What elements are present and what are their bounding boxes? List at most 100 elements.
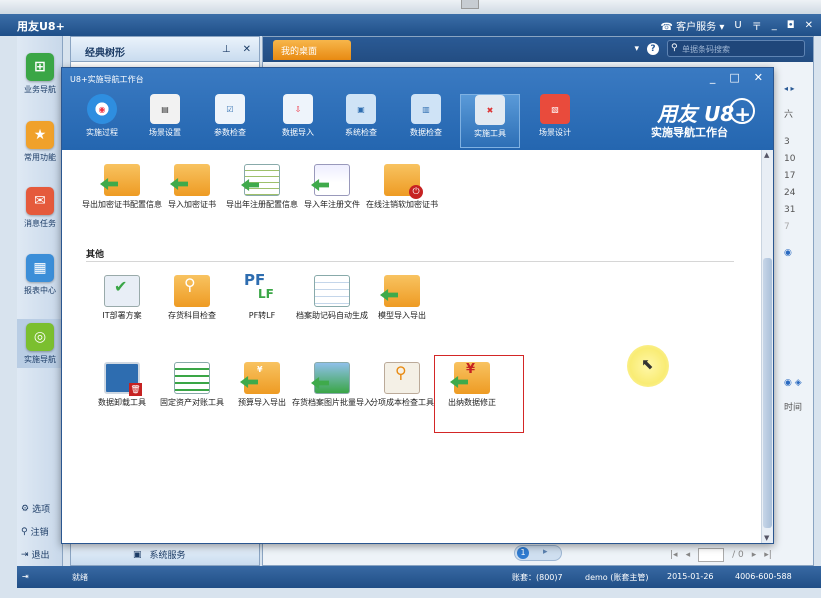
compass-icon: ◉ [87, 94, 117, 124]
exit-icon: ⇥ [21, 549, 29, 560]
tool-implementation-process[interactable]: ◉ 实施过程 [72, 94, 132, 148]
dropdown-icon[interactable]: ▾ [634, 44, 639, 54]
calendar-day[interactable]: 7 [784, 222, 790, 232]
tool-system-check[interactable]: ▣ 系统检查 [331, 94, 391, 148]
tool-scenario-settings[interactable]: ▤ 场景设置 [135, 94, 195, 148]
nav-implementation[interactable]: ◎ 实施导航 [17, 319, 63, 368]
tool-pf-to-lf[interactable]: PF LF PF转LF [222, 271, 302, 321]
nav-report-center[interactable]: ▦ 报表中心 [17, 254, 63, 296]
monitor-delete-icon: 🗑 [104, 362, 142, 396]
tab-my-desktop[interactable]: 我的桌面 [273, 40, 351, 60]
status-ready: 就绪 [72, 573, 88, 582]
dialog-close-button[interactable]: ✕ [754, 71, 763, 84]
dialog-minimize-button[interactable]: _ [710, 71, 716, 84]
calendar-day[interactable]: 17 [784, 171, 795, 181]
section-other-title: 其他 [86, 250, 105, 260]
pin-icon[interactable]: ⊥ [222, 44, 231, 55]
dialog-toolbar: U8+实施导航工作台 _ □ ✕ ◉ 实施过程 ▤ 场景设置 ☑ 参数检查 ⇩ 数据导入… [62, 68, 773, 150]
tool-model-import-export[interactable]: 模型导入导出 [362, 275, 442, 321]
selection-highlight [434, 355, 524, 433]
status-user: demo (账套主管) [585, 573, 649, 582]
scroll-down-icon[interactable]: ▼ [764, 534, 769, 542]
close-button[interactable]: ✕ [805, 20, 813, 31]
tree-panel-header: 经典树形 ⊥ ✕ [71, 37, 259, 62]
calendar-strip: ◂ ▸ 六 3 10 17 24 31 7 ◉ ◉ ◈ 时间 [776, 62, 814, 522]
dialog-scrollbar[interactable]: ▲ ▼ [761, 150, 773, 543]
tree-close-icon[interactable]: ✕ [243, 44, 251, 55]
tool-data-check[interactable]: ▥ 数据检查 [396, 94, 456, 148]
service-icon: ▣ [133, 549, 142, 560]
options-button[interactable]: ⚙ 选项 [21, 502, 50, 516]
tool-online-cancel-soft-cert[interactable]: ⏻ 在线注销软加密证书 [362, 164, 442, 210]
tool-it-deployment[interactable]: ✔ IT部署方案 [82, 275, 162, 321]
help-icon[interactable]: ? [647, 42, 659, 55]
cost-magnifier-icon: ⚲ [384, 362, 420, 394]
monitor-icon: ▣ [346, 94, 376, 124]
nav-common-functions[interactable]: ★ 常用功能 [17, 121, 63, 163]
restore-button[interactable]: ◘ [787, 20, 795, 31]
panel-icons[interactable]: ◉ ◈ [784, 378, 802, 388]
tool-data-unload[interactable]: 🗑 数据卸载工具 [82, 362, 162, 408]
page-dot-next[interactable]: ▸ [543, 547, 548, 557]
magnifier-check-icon: ⚲ [174, 275, 210, 307]
calendar-day[interactable]: 3 [784, 137, 790, 147]
status-account: 账套：(800)7 [512, 573, 563, 582]
tool-export-cert-config[interactable]: 导出加密证书配置信息 [82, 164, 162, 210]
scroll-thumb[interactable] [763, 258, 772, 528]
calendar-day[interactable]: 10 [784, 154, 795, 164]
prev-page-button[interactable]: ◂ [686, 550, 691, 560]
spreadsheet-export-icon [241, 164, 280, 196]
pf-lf-icon: PF LF [244, 271, 274, 301]
tool-data-import[interactable]: ⇩ 数据导入 [268, 94, 328, 148]
exit-button[interactable]: ⇥ 退出 [21, 548, 50, 562]
key-icon: ⚲ [21, 526, 28, 537]
chart-monitor-icon: ▥ [411, 94, 441, 124]
calendar-day[interactable]: 24 [784, 188, 795, 198]
tools-icon: ✖ [475, 95, 505, 125]
left-nav-bar: ⊞ 业务导航 ★ 常用功能 ✉ 消息任务 ▦ 报表中心 ◎ 实施导航 ⚙ 选项 ⚲ 注销 ⇥ 退… [17, 36, 63, 581]
status-date: 2015-01-26 [667, 572, 714, 581]
scroll-up-icon[interactable]: ▲ [764, 151, 769, 159]
tool-implementation-tools[interactable]: ✖ 实施工具 [460, 94, 520, 148]
tab-row: 我的桌面 ▾ ? ⚲ 单据条码搜索 [263, 37, 813, 62]
tool-itemized-cost-check[interactable]: ⚲ 分项成本检查工具 [362, 362, 442, 408]
tool-import-year-registration[interactable]: 导入年注册文件 [292, 164, 372, 210]
lock-export-icon [100, 164, 140, 196]
system-service-bar[interactable]: ▣ 系统服务 [71, 543, 259, 565]
tool-fixed-asset-reconcile[interactable]: 固定资产对账工具 [152, 362, 232, 408]
report-icon: ▦ [26, 254, 54, 282]
app-logo: 用友U8+ [17, 20, 65, 33]
page-dot-active[interactable]: 1 [517, 547, 529, 559]
calendar-day[interactable]: 31 [784, 205, 795, 215]
tool-import-cert[interactable]: 导入加密证书 [152, 164, 232, 210]
tool-scenario-design[interactable]: ▧ 场景设计 [525, 94, 585, 148]
page-indicator: 1 ▸ [514, 545, 562, 561]
last-page-button[interactable]: ▸| [764, 550, 772, 560]
nav-business-navigation[interactable]: ⊞ 业务导航 [17, 53, 63, 95]
calendar-add-icon[interactable]: ◉ [784, 248, 792, 258]
tool-inventory-image-import[interactable]: 存货档案图片批量导入 [292, 362, 372, 408]
nav-message-tasks[interactable]: ✉ 消息任务 [17, 187, 63, 229]
import-icon: ⇩ [283, 94, 313, 124]
tool-archive-mnemonic[interactable]: 档案助记码自动生成 [292, 275, 372, 321]
drag-handle[interactable] [461, 0, 479, 9]
barcode-search-input[interactable]: ⚲ 单据条码搜索 [667, 40, 805, 57]
next-page-button[interactable]: ▸ [752, 550, 757, 560]
page-input[interactable] [698, 548, 725, 562]
dialog-maximize-button[interactable]: □ [729, 71, 739, 84]
model-transfer-icon [380, 275, 420, 307]
logout-button[interactable]: ⚲ 注销 [21, 525, 49, 539]
calendar-nav[interactable]: ◂ ▸ [784, 84, 795, 93]
customer-service-button[interactable]: ☎ 客户服务 ▾ [661, 18, 725, 33]
tool-parameter-check[interactable]: ☑ 参数检查 [200, 94, 260, 148]
cursor-highlight: ⬉ [627, 345, 669, 387]
image-import-icon [311, 362, 350, 394]
minimize-button[interactable]: _ [772, 20, 777, 31]
u-menu-button[interactable]: U [734, 20, 741, 31]
settings-menu-button[interactable]: 〒 [752, 18, 762, 33]
tool-budget-import-export[interactable]: ¥ 预算导入导出 [222, 362, 302, 408]
tool-inventory-account-check[interactable]: ⚲ 存货科目检查 [152, 275, 232, 321]
tool-export-year-registration[interactable]: 导出年注册配置信息 [222, 164, 302, 210]
list-document-icon [314, 275, 350, 307]
first-page-button[interactable]: |◂ [670, 550, 678, 560]
